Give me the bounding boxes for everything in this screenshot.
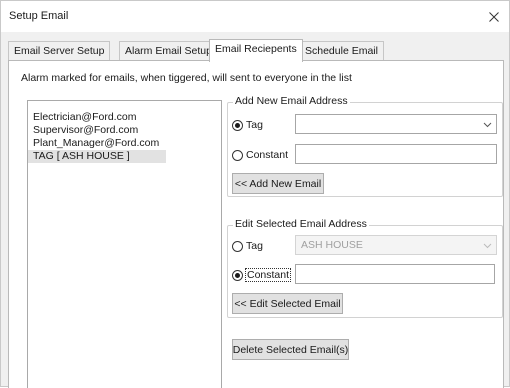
add-tag-combobox[interactable]	[295, 114, 497, 134]
chevron-down-icon	[483, 243, 492, 249]
tab-alarm-email-setup[interactable]: Alarm Email Setup	[119, 41, 218, 61]
list-item[interactable]: Electrician@Ford.com	[28, 111, 221, 124]
add-constant-label: Constant	[246, 149, 289, 161]
add-tag-radio[interactable]: Tag	[232, 119, 263, 131]
add-email-group-legend: Add New Email Address	[233, 95, 350, 107]
edit-selected-email-button[interactable]: << Edit Selected Email	[232, 293, 343, 314]
edit-tag-radio[interactable]: Tag	[232, 240, 263, 252]
add-constant-radio-button[interactable]	[232, 149, 243, 161]
edit-constant-input[interactable]	[295, 264, 495, 284]
list-item[interactable]: Plant_Manager@Ford.com	[28, 137, 221, 150]
close-button[interactable]	[479, 1, 509, 32]
close-icon	[489, 11, 499, 22]
edit-constant-radio-button[interactable]	[232, 269, 243, 281]
chevron-down-icon	[483, 122, 492, 128]
delete-selected-email-button[interactable]: Delete Selected Email(s)	[232, 339, 349, 360]
recipients-listbox[interactable]: Electrician@Ford.com Supervisor@Ford.com…	[27, 100, 222, 388]
tab-email-server-setup[interactable]: Email Server Setup	[8, 41, 111, 61]
add-constant-radio[interactable]: Constant	[232, 149, 288, 161]
setup-email-window: Setup Email Email Server Setup Alarm Ema…	[0, 0, 510, 388]
info-text: Alarm marked for emails, when tiggered, …	[21, 72, 352, 84]
tab-schedule-email[interactable]: Schedule Email	[299, 41, 384, 61]
add-constant-input[interactable]	[295, 144, 497, 164]
list-item-selected[interactable]: TAG [ ASH HOUSE ]	[28, 150, 166, 163]
add-tag-label: Tag	[246, 119, 263, 131]
edit-constant-label: Constant	[244, 268, 292, 282]
add-new-email-button[interactable]: << Add New Email	[232, 173, 324, 194]
window-title: Setup Email	[9, 10, 69, 22]
tab-strip: Email Server Setup Alarm Email Setup Ema…	[8, 39, 504, 62]
edit-email-group-legend: Edit Selected Email Address	[233, 218, 369, 230]
list-item[interactable]: Supervisor@Ford.com	[28, 124, 221, 137]
edit-tag-label: Tag	[246, 240, 263, 252]
edit-tag-combobox[interactable]: ASH HOUSE	[295, 235, 497, 255]
edit-tag-combobox-value: ASH HOUSE	[301, 239, 363, 251]
title-bar: Setup Email	[1, 1, 509, 32]
edit-tag-radio-button[interactable]	[232, 240, 243, 252]
add-tag-radio-button[interactable]	[232, 119, 243, 131]
tab-email-recipients[interactable]: Email Reciepents	[209, 39, 303, 62]
edit-constant-radio[interactable]: Constant	[232, 268, 292, 282]
